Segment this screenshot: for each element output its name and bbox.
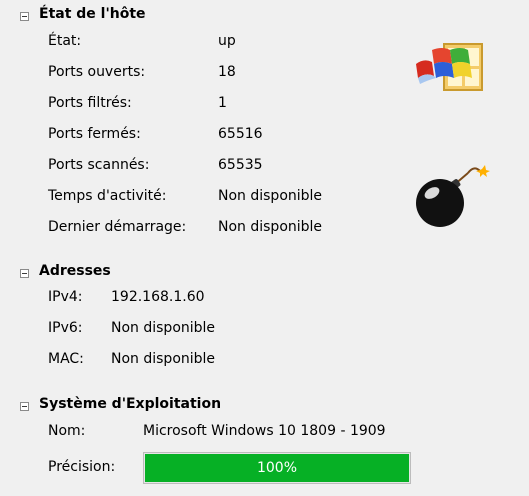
row-value: Non disponible — [111, 320, 216, 336]
row-label: IPv4: — [48, 289, 83, 305]
os-name-value: Microsoft Windows 10 1809 - 1909 — [143, 423, 386, 439]
section-title: Système d'Exploitation — [39, 396, 222, 412]
row-value: Non disponible — [218, 219, 323, 235]
windows-logo-icon — [416, 43, 483, 91]
collapse-toggle-icon[interactable] — [20, 269, 29, 278]
os-name-label: Nom: — [48, 423, 86, 439]
row-value: 192.168.1.60 — [111, 289, 205, 305]
precision-progress-text: 100% — [256, 460, 298, 476]
row-value: 65516 — [218, 126, 263, 142]
row-label: Ports filtrés: — [48, 95, 132, 111]
precision-progress-bar: 100% — [143, 452, 411, 484]
row-value: 18 — [218, 64, 236, 80]
row-value: Non disponible — [218, 188, 323, 204]
row-label: Temps d'activité: — [48, 188, 167, 204]
row-label: Ports ouverts: — [48, 64, 146, 80]
row-label: Ports fermés: — [48, 126, 141, 142]
row-label: IPv6: — [48, 320, 83, 336]
row-label: MAC: — [48, 351, 84, 367]
os-precision-label: Précision: — [48, 459, 116, 475]
row-value: 65535 — [218, 157, 263, 173]
row-label: Dernier démarrage: — [48, 219, 187, 235]
row-value: 1 — [218, 95, 227, 111]
bomb-icon — [416, 165, 490, 227]
row-value: Non disponible — [111, 351, 216, 367]
section-title: Adresses — [39, 263, 111, 279]
collapse-toggle-icon[interactable] — [20, 12, 29, 21]
row-label: État: — [48, 33, 82, 49]
section-title: État de l'hôte — [39, 6, 146, 22]
row-value: up — [218, 33, 236, 49]
row-label: Ports scannés: — [48, 157, 150, 173]
collapse-toggle-icon[interactable] — [20, 402, 29, 411]
